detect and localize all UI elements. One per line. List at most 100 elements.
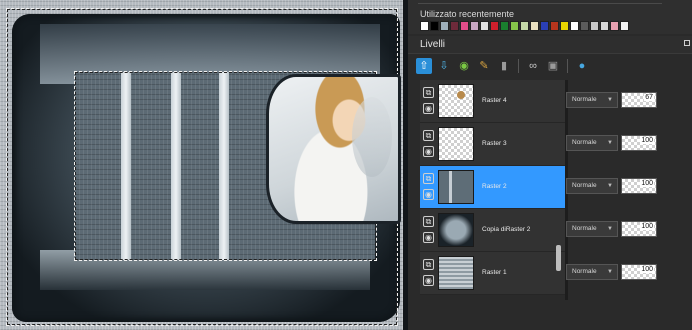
brush-icon[interactable]: ✎ [476,58,492,74]
recent-colors-section: Utilizzato recentemente [408,0,692,34]
opacity-field[interactable]: 100 [621,135,657,151]
opacity-field[interactable]: 100 [621,221,657,237]
blend-mode-select[interactable]: Normale ▼ [566,221,618,237]
color-swatch[interactable] [530,21,539,31]
panel-menu-icon[interactable] [684,40,690,46]
chevron-down-icon: ▼ [607,269,613,275]
color-swatch[interactable] [440,21,449,31]
color-swatch[interactable] [600,21,609,31]
chevron-down-icon: ▼ [607,226,613,232]
color-swatch[interactable] [610,21,619,31]
color-swatch[interactable] [430,21,439,31]
layer-toggles: ⧉ ◉ [423,216,435,243]
opacity-field[interactable]: 100 [621,178,657,194]
color-swatch[interactable] [570,21,579,31]
eye-icon[interactable]: ◉ [423,275,434,286]
visibility-icon[interactable]: ◉ [456,58,472,74]
layer-properties-row: Normale ▼ 100 [566,123,692,166]
eye-icon[interactable]: ◉ [423,103,434,114]
layer-thumbnail [438,84,474,118]
recent-colors-title: Utilizzato recentemente [420,9,515,19]
layer-toggles: ⧉ ◉ [423,87,435,114]
color-swatch[interactable] [620,21,629,31]
color-swatch[interactable] [540,21,549,31]
blend-mode-select[interactable]: Normale ▼ [566,178,618,194]
divider [418,0,662,4]
layer-group-icon[interactable]: ⧉ [423,173,434,184]
side-panel: Utilizzato recentemente Livelli ⇧ ⇩ ◉ ✎ … [408,0,692,330]
layer-thumbnail [438,256,474,290]
layer-name: Raster 1 [482,269,507,276]
layer-toggles: ⧉ ◉ [423,259,435,286]
color-swatch[interactable] [560,21,569,31]
eye-icon[interactable]: ◉ [423,146,434,157]
blend-mode-select[interactable]: Normale ▼ [566,264,618,280]
layer-group-icon[interactable]: ⧉ [423,259,434,270]
layer-row[interactable]: ⧉ ◉ Raster 3 [420,123,565,166]
chevron-down-icon: ▼ [607,183,613,189]
layer-toggles: ⧉ ◉ [423,173,435,200]
color-swatch[interactable] [480,21,489,31]
layer-properties-row: Normale ▼ 67 [566,80,692,123]
layer-properties-row: Normale ▼ 100 [566,252,692,295]
opacity-value: 100 [640,137,654,144]
blend-mode-value: Normale [572,268,597,275]
delete-layer-icon[interactable]: ▮ [496,58,512,74]
blend-mode-select[interactable]: Normale ▼ [566,135,618,151]
layers-panel-title: Livelli [420,39,446,50]
layer-name: Raster 4 [482,97,507,104]
layer-row[interactable]: ⧉ ◉ Raster 2 [420,166,565,209]
layer-thumbnail [438,213,474,247]
layer-row[interactable]: ⧉ ◉ Raster 1 [420,252,565,295]
color-swatch[interactable] [590,21,599,31]
recent-colors-swatches [420,21,629,31]
blend-mode-value: Normale [572,225,597,232]
color-swatch[interactable] [450,21,459,31]
layer-group-icon[interactable]: ⧉ [423,130,434,141]
color-swatch[interactable] [510,21,519,31]
opacity-value: 100 [640,180,654,187]
layer-toggles: ⧉ ◉ [423,130,435,157]
layer-list: ⧉ ◉ Raster 4 ⧉ ◉ Raster 3 ⧉ ◉ Raster 2 ⧉ ◉ Copia di… [420,80,565,295]
blend-mode-value: Normale [572,96,597,103]
layer-name: Raster 3 [482,140,507,147]
layer-row[interactable]: ⧉ ◉ Raster 4 [420,80,565,123]
blend-mode-select[interactable]: Normale ▼ [566,92,618,108]
color-swatch[interactable] [500,21,509,31]
toolbar-separator [567,59,568,73]
color-swatch[interactable] [490,21,499,31]
splitter-grip[interactable] [556,245,561,271]
chevron-down-icon: ▼ [607,140,613,146]
layer-name: Copia diRaster 2 [482,226,531,233]
toolbar-separator [518,59,519,73]
color-swatch[interactable] [460,21,469,31]
link-icon[interactable]: ∞ [525,58,541,74]
layer-group-icon[interactable]: ⧉ [423,216,434,227]
layer-row[interactable]: ⧉ ◉ Copia diRaster 2 [420,209,565,252]
chevron-down-icon: ▼ [607,97,613,103]
lock-icon[interactable]: ▣ [545,58,561,74]
layer-properties-row: Normale ▼ 100 [566,166,692,209]
opacity-value: 67 [644,94,654,101]
color-swatch[interactable] [580,21,589,31]
color-swatch[interactable] [550,21,559,31]
layer-properties-list: Normale ▼ 67 Normale ▼ 100 Normale ▼ 100 Normale ▼… [566,80,692,295]
eye-icon[interactable]: ◉ [423,232,434,243]
blend-mode-value: Normale [572,182,597,189]
color-swatch[interactable] [420,21,429,31]
layer-properties-row: Normale ▼ 100 [566,209,692,252]
layer-group-icon[interactable]: ⧉ [423,87,434,98]
opacity-field[interactable]: 67 [621,92,657,108]
blend-mode-value: Normale [572,139,597,146]
new-mask-icon[interactable]: ⇩ [436,58,452,74]
new-layer-icon[interactable]: ⇧ [416,58,432,74]
properties-icon[interactable]: ● [574,58,590,74]
layer-name: Raster 2 [482,183,507,190]
color-swatch[interactable] [470,21,479,31]
eye-icon[interactable]: ◉ [423,189,434,200]
opacity-field[interactable]: 100 [621,264,657,280]
image-canvas[interactable] [0,0,403,330]
layer-thumbnail [438,127,474,161]
color-swatch[interactable] [520,21,529,31]
opacity-value: 100 [640,266,654,273]
